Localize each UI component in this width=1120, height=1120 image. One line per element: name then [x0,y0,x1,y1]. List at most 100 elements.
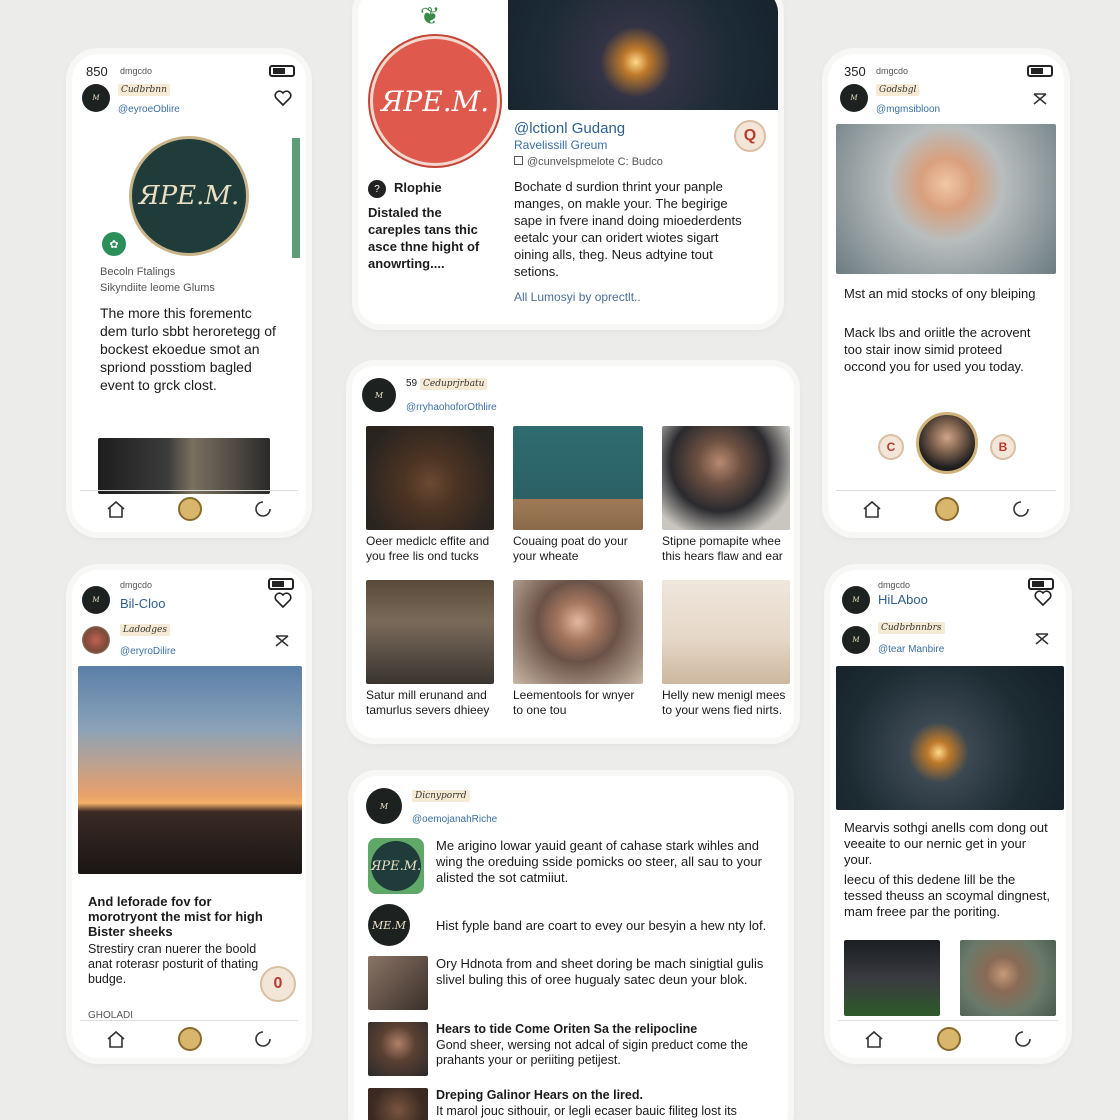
action-badge[interactable]: Q [734,120,766,152]
account-count: 59 [406,378,418,389]
account-name[interactable]: HiLAboo [878,592,928,607]
avatar[interactable]: M [362,378,396,412]
battery-icon [268,578,294,590]
thumb-image-2[interactable] [960,940,1056,1016]
list-item-title[interactable]: Dreping Galinor Hears on the lired. [436,1088,776,1103]
heart-icon[interactable] [1034,590,1052,606]
post-image-sunset[interactable] [78,666,302,874]
list-item-text: Hist fyple band are coart to evey our be… [436,918,767,933]
home-icon[interactable] [864,1030,884,1048]
bottom-nav [838,1020,1058,1056]
avatar-secondary[interactable] [82,626,110,654]
account-name[interactable]: Dicnyporrd [412,790,470,802]
home-icon[interactable] [106,1030,126,1048]
post-body: Mack lbs and oriitle the acrovent too st… [844,325,1031,374]
account-handle[interactable]: @eyroeOblire [118,104,180,115]
grid-image-2[interactable] [513,426,643,530]
profile-coin-icon[interactable] [936,1026,961,1051]
grid-caption: Stipne pomapite whee this hears flaw and… [662,534,783,563]
share-icon[interactable] [1034,632,1050,646]
action-badge[interactable]: 0 [260,966,296,1002]
account-handle[interactable]: @rryhaohoforOthlire [406,402,497,413]
badge-left[interactable]: C [878,434,904,460]
battery-icon [269,65,295,77]
list-item-title[interactable]: Hears to tide Come Oriten Sa the relipoc… [436,1022,776,1037]
sub-account-handle[interactable]: @eryroDilire [120,646,176,657]
list-thumb-photo[interactable] [368,1088,428,1120]
account-handle[interactable]: @mgmsibloon [876,104,940,115]
refresh-icon[interactable] [1014,1030,1032,1048]
photo-grid-card: M 59 Ceduprjrbatu @rryhaohoforOthlire Oe… [352,366,794,738]
phone-card-sunset: dmgcdo M Bil-Cloo Ladodges @eryroDilire … [72,570,306,1058]
avatar[interactable]: M [366,788,402,824]
profile-coin-icon[interactable] [178,496,202,521]
bottom-nav [80,490,298,526]
grid-image-4[interactable] [366,580,494,684]
thumb-image-1[interactable] [844,940,940,1016]
side-title: Rlophie [394,180,442,195]
post-subhead[interactable]: Ravelissill Greum [514,138,607,152]
post-body: Bochate d surdion thrint your panple man… [514,179,742,279]
post-image-preview[interactable] [98,438,270,494]
grid-image-6[interactable] [662,580,790,684]
grid-caption: Satur mill erunand and tamurlus severs d… [366,688,490,717]
home-icon[interactable] [862,500,882,518]
brand-logo: ЯPE.M. [370,36,500,166]
list-item-text: Ory Hdnota from and sheet doring be mach… [436,956,764,987]
status-carrier: dmgcdo [120,580,153,590]
post-title: Mearvis sothgi anells com dong out veeai… [844,820,1048,867]
phone-card-character: 350 dmgcdo M Godsbgl @mgmsibloon Mst an … [828,54,1064,532]
grid-image-5[interactable] [513,580,643,684]
profile-coin-icon[interactable] [934,496,959,521]
grid-image-3[interactable] [662,426,790,530]
bottom-nav [836,490,1056,526]
avatar[interactable]: M [840,84,868,112]
account-handle[interactable]: @oemojanahRiche [412,814,497,825]
post-meta: @cunvelspmelote C: Budco [514,156,663,168]
avatar[interactable]: M [842,586,870,614]
heart-icon[interactable] [274,90,292,106]
account-name[interactable]: Ceduprjrbatu [420,378,488,390]
read-more-link[interactable]: All Lumosyi by oprectlt.. [514,290,641,304]
refresh-icon[interactable] [254,500,272,518]
list-thumb-logo[interactable]: ME.M [368,904,410,946]
post-headline[interactable]: @lctionl Gudang [514,120,625,137]
avatar[interactable]: M [82,586,110,614]
sub-account-name[interactable]: Ladodges [120,624,170,636]
feature-post-card: ❦ ЯPE.M. ? Rlophie Distaled the careples… [358,0,778,324]
post-title: Mst an mid stocks of ony bleiping [844,286,1036,301]
meta-line: Sikyndiite leome Glums [100,282,215,294]
phone-card-sparkler: dmgcdo M HiLAboo M Cudbrbnnbrs @tear Man… [830,570,1066,1058]
profile-photo[interactable] [916,412,978,474]
avatar[interactable]: M [82,84,110,112]
sub-account-handle[interactable]: @tear Manbire [878,644,944,655]
refresh-icon[interactable] [254,1030,272,1048]
list-thumb-photo[interactable] [368,956,428,1010]
bottom-nav [80,1020,298,1056]
list-item-text: Gond sheer, wersing not adcal of sigin p… [436,1038,748,1067]
heart-icon[interactable] [274,592,292,608]
share-icon[interactable] [274,634,290,648]
post-image[interactable] [836,124,1056,274]
status-carrier: dmgcdo [876,66,909,76]
badge-right[interactable]: B [990,434,1016,460]
post-body: The more this forementc dem turlo sbbt h… [100,305,276,393]
grid-image-1[interactable] [366,426,494,530]
list-item-text: Me arigino lowar yauid geant of cahase s… [436,838,762,885]
refresh-icon[interactable] [1012,500,1030,518]
scroll-indicator[interactable] [292,138,300,258]
sub-account-name[interactable]: Cudbrbnnbrs [878,622,945,634]
post-body: leecu of this dedene lill be the tessed … [844,872,1050,919]
list-thumb-photo[interactable] [368,1022,428,1076]
account-name[interactable]: Godsbgl [876,84,920,96]
share-icon[interactable] [1032,92,1048,106]
post-hero-image[interactable] [508,0,778,110]
list-thumb-logo[interactable]: ЯPE.M. [368,838,424,894]
profile-coin-icon[interactable] [178,1026,202,1051]
article-list-card: M Dicnyporrd @oemojanahRiche ЯPE.M. Me a… [354,776,788,1120]
account-name[interactable]: Cudbrbnn [118,84,170,96]
post-image-sparkler[interactable] [836,666,1064,810]
home-icon[interactable] [106,500,126,518]
avatar-secondary[interactable]: M [842,626,870,654]
account-name[interactable]: Bil-Cloo [120,596,166,611]
